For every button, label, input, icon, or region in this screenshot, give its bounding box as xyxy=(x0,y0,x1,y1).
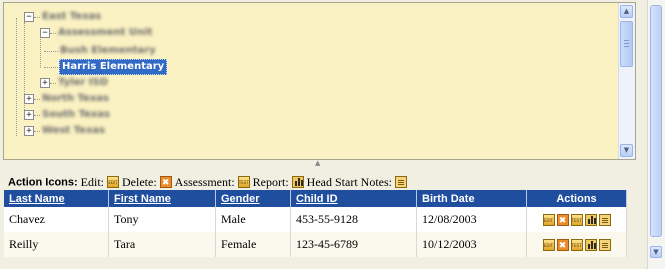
delete-icon: ✖ xyxy=(159,176,172,189)
notes-icon[interactable] xyxy=(598,214,611,227)
edit-icon[interactable]: EDIT xyxy=(542,214,555,227)
collapse-toggle-icon[interactable]: − xyxy=(40,28,50,38)
assessment-icon: TEST xyxy=(237,176,250,189)
action-icons-legend: Action Icons: Edit: EDIT Delete: ✖ Asses… xyxy=(8,174,407,190)
col-first-name[interactable]: First Name xyxy=(108,190,216,207)
notes-icon xyxy=(394,176,407,189)
bottom-strip xyxy=(0,262,648,269)
tree-node-label[interactable]: West Texas xyxy=(42,124,105,138)
col-last-name[interactable]: Last Name xyxy=(4,190,109,207)
tree-node-label[interactable]: Harris Elementary xyxy=(59,59,168,75)
legend-notes-label: Head Start Notes: xyxy=(306,174,392,189)
page-scrollbar[interactable]: ▼ xyxy=(647,0,665,269)
cell-gender: Female xyxy=(215,232,291,257)
tree-scrollbar[interactable]: ▲ ▼ xyxy=(618,3,635,159)
col-gender[interactable]: Gender xyxy=(215,190,291,207)
cell-child-id: 453-55-9128 xyxy=(290,207,417,232)
notes-icon[interactable] xyxy=(598,239,611,252)
table-header-row: Last Name First Name Gender Child ID Bir… xyxy=(4,190,627,207)
tree-line xyxy=(40,36,41,68)
splitter-arrow-icon[interactable]: ▲ xyxy=(315,160,320,167)
scroll-thumb[interactable] xyxy=(620,21,633,67)
expand-toggle-icon[interactable]: + xyxy=(24,110,34,120)
col-actions: Actions xyxy=(526,190,627,207)
page-scroll-down-icon[interactable]: ▼ xyxy=(650,246,662,258)
pane-splitter[interactable]: ▲ xyxy=(3,160,636,167)
tree-line xyxy=(24,22,25,120)
tree-pane: − East Texas − Assessment Unit Bush Elem… xyxy=(3,2,636,160)
cell-actions: EDIT ✖ TEST xyxy=(526,232,627,257)
collapse-toggle-icon[interactable]: − xyxy=(24,12,34,22)
edit-icon[interactable]: EDIT xyxy=(542,239,555,252)
delete-icon[interactable]: ✖ xyxy=(556,214,569,227)
expand-toggle-icon[interactable]: + xyxy=(24,126,34,136)
tree-line xyxy=(16,18,17,136)
children-table: Last Name First Name Gender Child ID Bir… xyxy=(4,190,627,257)
cell-first-name: Tara xyxy=(108,232,216,257)
cell-last-name: Chavez xyxy=(4,207,109,232)
legend-edit-label: Edit: xyxy=(80,174,105,189)
assessment-icon[interactable]: TEST xyxy=(570,239,583,252)
tree-node-label[interactable]: South Texas xyxy=(42,108,110,122)
table-row: Reilly Tara Female 123-45-6789 10/12/200… xyxy=(4,232,627,257)
cell-gender: Male xyxy=(215,207,291,232)
assessment-icon[interactable]: TEST xyxy=(570,214,583,227)
delete-icon[interactable]: ✖ xyxy=(556,239,569,252)
page-scroll-thumb[interactable] xyxy=(650,5,662,237)
cell-child-id: 123-45-6789 xyxy=(290,232,417,257)
expand-toggle-icon[interactable]: + xyxy=(24,94,34,104)
scroll-up-icon[interactable]: ▲ xyxy=(620,5,633,18)
report-icon xyxy=(291,176,304,189)
table-row: Chavez Tony Male 453-55-9128 12/08/2003 … xyxy=(4,207,627,232)
scroll-down-icon[interactable]: ▼ xyxy=(620,144,633,157)
cell-birth-date: 10/12/2003 xyxy=(416,232,527,257)
report-icon[interactable] xyxy=(584,214,597,227)
legend-delete-label: Delete: xyxy=(122,174,157,189)
legend-title: Action Icons: xyxy=(8,176,78,189)
report-icon[interactable] xyxy=(584,239,597,252)
tree-node-label[interactable]: Assessment Unit xyxy=(58,26,152,40)
expand-toggle-icon[interactable]: + xyxy=(40,78,50,88)
tree-node-label[interactable]: North Texas xyxy=(42,92,109,106)
cell-first-name: Tony xyxy=(108,207,216,232)
cell-birth-date: 12/08/2003 xyxy=(416,207,527,232)
col-birth-date: Birth Date xyxy=(416,190,527,207)
col-child-id[interactable]: Child ID xyxy=(290,190,417,207)
edit-icon: EDIT xyxy=(107,176,120,189)
cell-last-name: Reilly xyxy=(4,232,109,257)
legend-assessment-label: Assessment: xyxy=(174,174,235,189)
tree-node-label[interactable]: Bush Elementary xyxy=(60,44,156,58)
tree-node-label[interactable]: East Texas xyxy=(42,10,101,24)
app-window: − East Texas − Assessment Unit Bush Elem… xyxy=(0,0,665,269)
cell-actions: EDIT ✖ TEST xyxy=(526,207,627,232)
legend-report-label: Report: xyxy=(252,174,289,189)
tree-node-label[interactable]: Tyler ISD xyxy=(58,76,108,90)
